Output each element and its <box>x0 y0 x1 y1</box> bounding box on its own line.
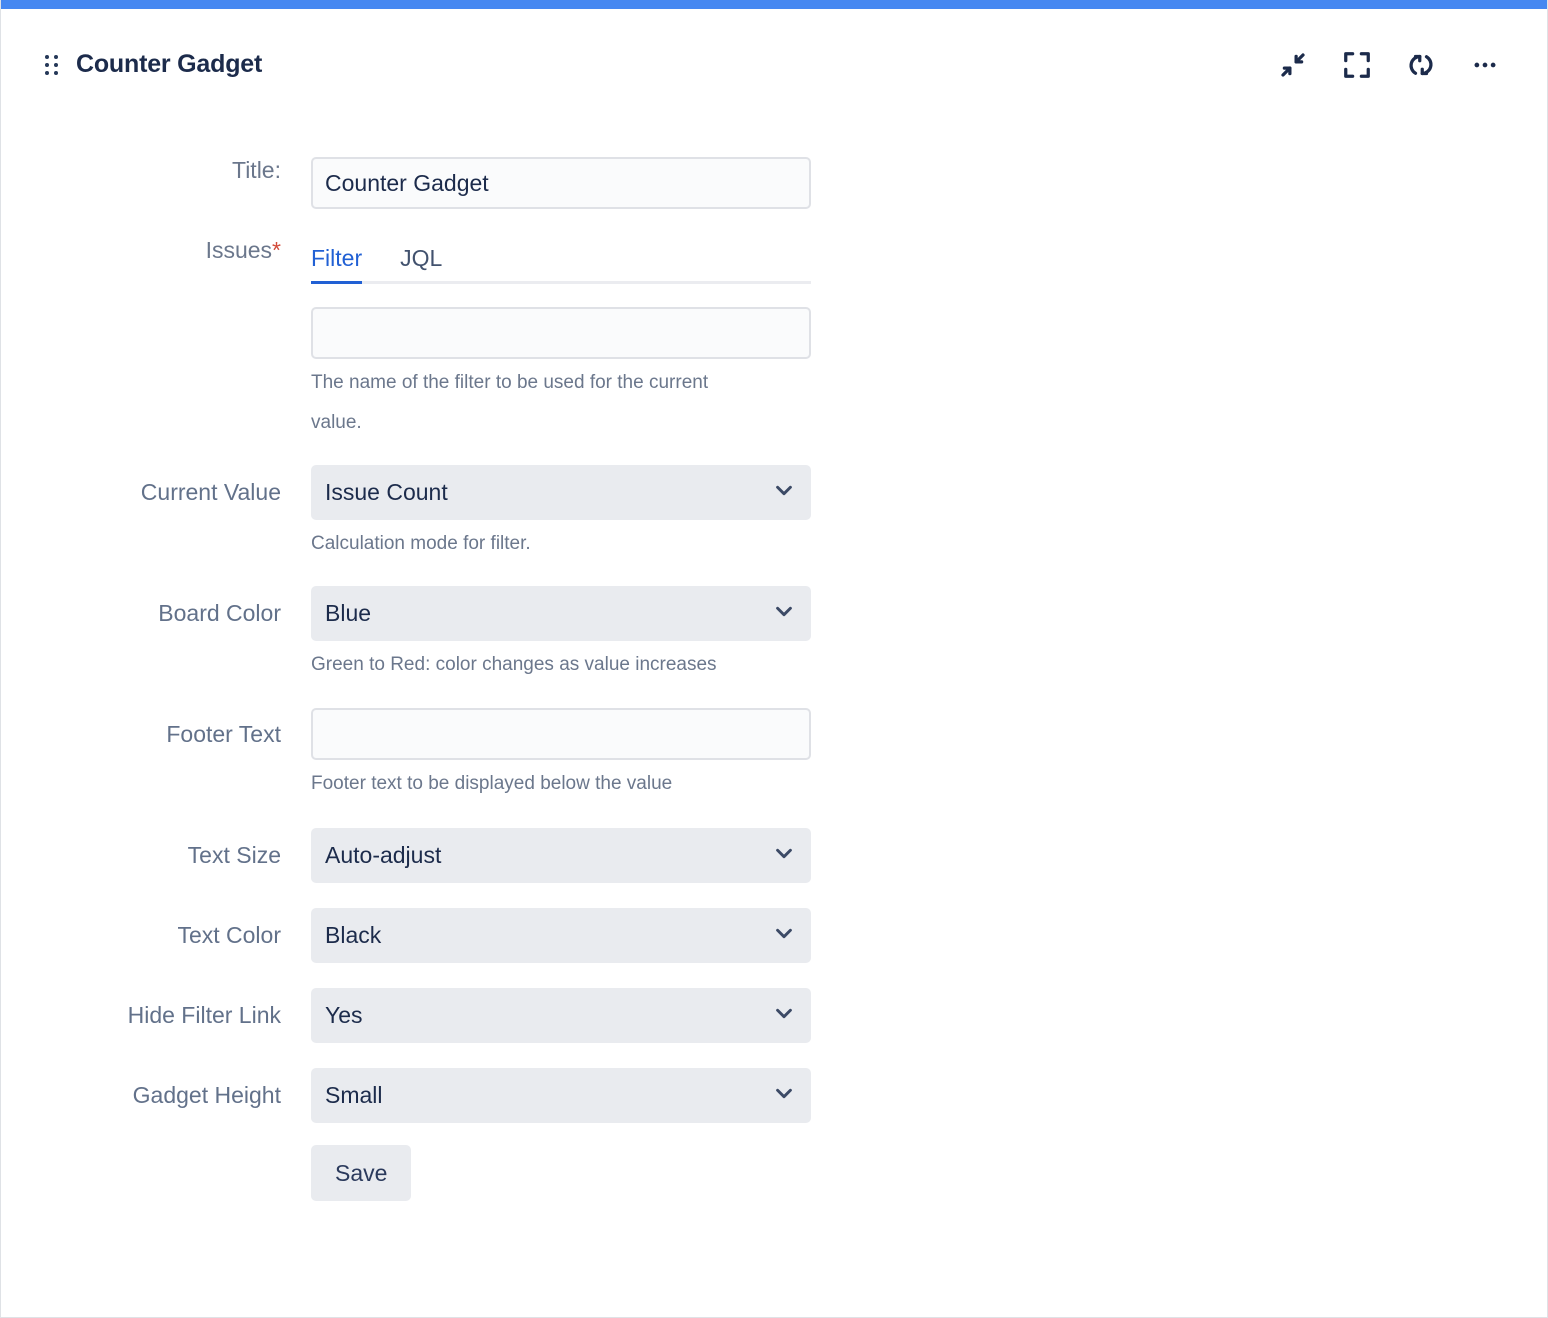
field-row-issues: Issues* Filter JQL The name of the filte… <box>1 237 1548 443</box>
board-color-label: Board Color <box>1 586 311 641</box>
chevron-down-icon <box>773 1002 795 1030</box>
gadget-header-left: Counter Gadget <box>1 50 262 79</box>
gadget-height-control: Small <box>311 1068 811 1123</box>
refresh-icon[interactable] <box>1402 46 1440 84</box>
text-size-select[interactable]: Auto-adjust <box>311 828 811 883</box>
gadget-header-actions <box>1274 46 1548 84</box>
text-size-selected: Auto-adjust <box>325 842 441 869</box>
chevron-down-icon <box>773 842 795 870</box>
board-color-help-text: Green to Red: color changes as value inc… <box>311 645 811 685</box>
hide-filter-link-selected: Yes <box>325 1002 363 1029</box>
required-marker: * <box>272 237 281 263</box>
issues-control: Filter JQL The name of the filter to be … <box>311 237 811 443</box>
title-label: Title: <box>1 157 311 184</box>
collapse-icon[interactable] <box>1274 46 1312 84</box>
current-value-selected: Issue Count <box>325 479 448 506</box>
gadget-config-page: Counter Gadget <box>0 0 1548 1318</box>
text-size-label: Text Size <box>1 828 311 883</box>
tab-filter[interactable]: Filter <box>311 245 362 281</box>
hide-filter-link-select[interactable]: Yes <box>311 988 811 1043</box>
chevron-down-icon <box>773 479 795 507</box>
field-row-gadget-height: Gadget Height Small <box>1 1068 1548 1123</box>
field-row-current-value: Current Value Issue Count Calculation mo… <box>1 465 1548 564</box>
save-button[interactable]: Save <box>311 1145 411 1201</box>
gadget-height-label: Gadget Height <box>1 1068 311 1123</box>
board-color-selected: Blue <box>325 600 371 627</box>
text-color-control: Black <box>311 908 811 963</box>
text-color-label: Text Color <box>1 908 311 963</box>
text-color-select[interactable]: Black <box>311 908 811 963</box>
current-value-label: Current Value <box>1 465 311 520</box>
field-row-text-size: Text Size Auto-adjust <box>1 828 1548 883</box>
text-size-control: Auto-adjust <box>311 828 811 883</box>
current-value-help-text: Calculation mode for filter. <box>311 524 811 564</box>
filter-help-text: The name of the filter to be used for th… <box>311 363 751 443</box>
top-accent-bar <box>1 0 1548 9</box>
chevron-down-icon <box>773 1082 795 1110</box>
hide-filter-link-label: Hide Filter Link <box>1 988 311 1043</box>
current-value-select[interactable]: Issue Count <box>311 465 811 520</box>
board-color-select[interactable]: Blue <box>311 586 811 641</box>
field-row-text-color: Text Color Black <box>1 908 1548 963</box>
field-row-board-color: Board Color Blue Green to Red: color cha… <box>1 586 1548 685</box>
gadget-height-selected: Small <box>325 1082 383 1109</box>
issues-label-text: Issues <box>206 237 272 263</box>
gadget-header: Counter Gadget <box>1 9 1548 120</box>
field-row-title: Title: <box>1 157 1548 209</box>
chevron-down-icon <box>773 922 795 950</box>
chevron-down-icon <box>773 600 795 628</box>
gadget-height-select[interactable]: Small <box>311 1068 811 1123</box>
field-row-save: Save <box>1 1145 1548 1201</box>
tab-jql[interactable]: JQL <box>400 245 442 281</box>
footer-text-help-text: Footer text to be displayed below the va… <box>311 764 811 804</box>
save-control: Save <box>311 1145 811 1201</box>
current-value-control: Issue Count Calculation mode for filter. <box>311 465 811 564</box>
field-row-footer-text: Footer Text Footer text to be displayed … <box>1 708 1548 804</box>
maximize-icon[interactable] <box>1338 46 1376 84</box>
text-color-selected: Black <box>325 922 381 949</box>
issues-label: Issues* <box>1 237 311 264</box>
footer-text-label: Footer Text <box>1 708 311 760</box>
title-input[interactable] <box>311 157 811 209</box>
field-row-hide-filter-link: Hide Filter Link Yes <box>1 988 1548 1043</box>
more-options-icon[interactable] <box>1466 46 1504 84</box>
hide-filter-link-control: Yes <box>311 988 811 1043</box>
title-control <box>311 157 811 209</box>
board-color-control: Blue Green to Red: color changes as valu… <box>311 586 811 685</box>
filter-name-input[interactable] <box>311 307 811 359</box>
gadget-config-form: Title: Issues* Filter JQL The name of th… <box>1 120 1548 1201</box>
drag-handle-icon[interactable] <box>45 55 58 75</box>
issues-tab-bar: Filter JQL <box>311 237 811 284</box>
footer-text-input[interactable] <box>311 708 811 760</box>
page-title: Counter Gadget <box>76 50 262 79</box>
footer-text-control: Footer text to be displayed below the va… <box>311 708 811 804</box>
